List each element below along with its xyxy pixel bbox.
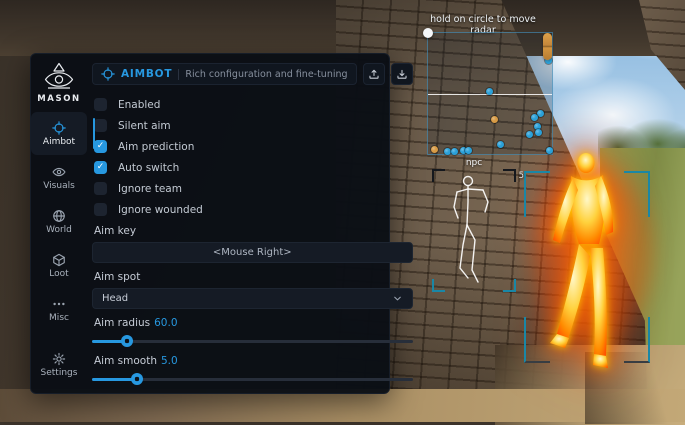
header-row: AIMBOT Rich configuration and fine-tunin… [92,63,413,85]
aim-spot-value: Head [102,293,392,304]
brand: MASON [37,61,81,104]
config-header-field: AIMBOT Rich configuration and fine-tunin… [92,63,357,85]
divider [178,69,179,80]
radar-enemy-dot [546,147,553,154]
sidebar-item-label: Loot [49,269,68,279]
checkbox[interactable] [94,98,107,111]
aim-smooth-value: 5.0 [161,355,178,367]
radar-enemy-dot [535,129,542,136]
cheat-menu-panel: MASON Aimbot Visuals World Loot Misc Settings… [30,53,390,394]
radar-enemy-dot [537,110,544,117]
page-subtitle: Rich configuration and fine-tuning [185,69,347,80]
checkbox-row[interactable]: Enabled [92,94,413,115]
checkbox-label: Aim prediction [118,141,194,153]
radar-enemy-dot [465,147,472,154]
npc-name-label: npc [432,158,516,168]
aim-radius-slider[interactable] [92,335,413,347]
checkbox-label: Silent aim [118,120,171,132]
sidebar-item-label: World [46,225,72,235]
checkbox[interactable] [94,203,107,216]
skeleton-esp [432,169,516,292]
esp-corner [624,317,650,363]
npc-distance-label: 5 [519,171,524,181]
checkbox[interactable] [94,119,107,132]
crosshair-icon [52,120,66,135]
esp-corner [524,317,550,363]
sidebar-nav: Aimbot Visuals World Loot Misc Settings [31,112,87,386]
checkbox-row[interactable]: ✓ Aim prediction [92,136,413,157]
checkbox-label: Ignore wounded [118,204,203,216]
checkbox-row[interactable]: Ignore wounded [92,199,413,220]
sidebar-item-label: Settings [41,368,78,378]
ellipsis-icon [52,296,66,311]
chevron-down-icon [392,293,403,304]
aim-smooth-slider[interactable] [92,373,413,385]
check-icon: ✓ [97,142,105,151]
check-icon: ✓ [97,163,105,172]
radar-zoom-slider[interactable] [543,33,552,60]
aim-smooth-label: Aim smooth5.0 [94,355,413,367]
checkbox[interactable]: ✓ [94,140,107,153]
aim-spot-label: Aim spot [94,271,413,283]
checkbox-row[interactable]: ✓ Auto switch [92,157,413,178]
checkbox-row[interactable]: Silent aim [92,115,413,136]
sidebar-item-label: Visuals [43,181,75,191]
checkbox-list: Enabled Silent aim ✓ Aim prediction ✓ Auto sw… [92,94,413,220]
radar-drag-handle[interactable] [423,28,433,38]
active-indicator [93,118,96,149]
eye-pyramid-icon [41,61,77,91]
radar-enemy-dot [486,88,493,95]
checkbox-label: Enabled [118,99,160,111]
sidebar: MASON Aimbot Visuals World Loot Misc Settings [31,54,87,393]
esp-corner [624,171,650,217]
menu-content: AIMBOT Rich configuration and fine-tunin… [87,54,427,393]
npc-esp-box: npc 5 [432,169,516,292]
radar-enemy-dot [444,148,451,155]
sidebar-item-settings[interactable]: Settings [31,343,87,386]
sidebar-item-misc[interactable]: Misc [31,288,87,331]
page-title: AIMBOT [121,68,172,80]
aim-key-label: Aim key [94,225,413,237]
upload-config-button[interactable] [363,63,385,85]
download-config-button[interactable] [391,63,413,85]
sidebar-item-label: Misc [49,313,69,323]
aim-radius-value: 60.0 [154,317,177,329]
aim-radius-label: Aim radius60.0 [94,317,413,329]
aim-key-bind-button[interactable]: <Mouse Right> [92,242,413,263]
brand-name: MASON [37,94,81,104]
sidebar-item-world[interactable]: World [31,200,87,243]
checkbox-label: Ignore team [118,183,182,195]
eye-icon [52,164,66,179]
checkbox[interactable] [94,182,107,195]
slider-thumb[interactable] [131,373,143,385]
esp-corner [524,171,550,217]
radar-friendly-dot [431,146,438,153]
download-icon [396,65,408,84]
radar[interactable] [427,32,553,155]
sidebar-item-loot[interactable]: Loot [31,244,87,287]
radar-friendly-dot [491,116,498,123]
radar-enemy-dot [497,141,504,148]
crosshair-icon [101,67,115,81]
slider-thumb[interactable] [121,335,133,347]
aim-spot-select[interactable]: Head [92,288,413,309]
sidebar-item-aimbot[interactable]: Aimbot [31,112,87,155]
slider-track[interactable] [92,340,413,343]
upload-icon [368,65,380,84]
checkbox-label: Auto switch [118,162,179,174]
player-esp-box [524,171,650,363]
checkbox[interactable]: ✓ [94,161,107,174]
sidebar-item-visuals[interactable]: Visuals [31,156,87,199]
radar-enemy-dot [451,148,458,155]
checkbox-row[interactable]: Ignore team [92,178,413,199]
radar-enemy-dot [531,114,538,121]
radar-enemy-dot [526,131,533,138]
globe-icon [52,208,66,223]
gear-icon [52,351,66,366]
sidebar-item-label: Aimbot [43,137,75,147]
cube-icon [52,252,66,267]
